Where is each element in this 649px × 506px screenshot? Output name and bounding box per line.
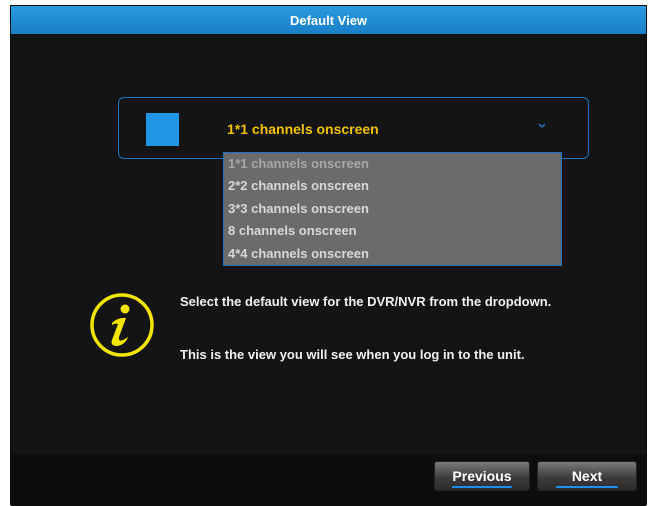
next-button-label: Next: [571, 468, 603, 484]
dropdown-option-1x1[interactable]: 1*1 channels onscreen: [224, 153, 561, 175]
button-focus-underline: [555, 486, 619, 488]
dialog-title: Default View: [289, 12, 368, 28]
previous-button[interactable]: Previous: [434, 461, 530, 491]
chevron-down-icon[interactable]: [535, 118, 549, 132]
previous-button-label: Previous: [452, 468, 512, 484]
view-layout-icon: [146, 113, 179, 146]
dropdown-selected-value: 1*1 channels onscreen: [227, 121, 379, 137]
dropdown-options-list: 1*1 channels onscreen 2*2 channels onscr…: [223, 152, 562, 266]
info-icon: [90, 293, 154, 357]
title-bar: Default View: [11, 6, 646, 34]
default-view-dropdown[interactable]: 1*1 channels onscreen: [118, 97, 589, 159]
dropdown-option-3x3[interactable]: 3*3 channels onscreen: [224, 198, 561, 220]
info-message-1: Select the default view for the DVR/NVR …: [180, 294, 552, 309]
dialog-footer: Previous Next: [11, 454, 646, 506]
dropdown-option-8[interactable]: 8 channels onscreen: [224, 220, 561, 242]
next-button[interactable]: Next: [537, 461, 637, 491]
default-view-dialog: Default View 1*1 channels onscreen 1*1 c…: [10, 5, 647, 506]
button-focus-underline: [451, 486, 513, 488]
dropdown-option-2x2[interactable]: 2*2 channels onscreen: [224, 175, 561, 197]
info-message-2: This is the view you will see when you l…: [180, 347, 525, 362]
dropdown-option-4x4[interactable]: 4*4 channels onscreen: [224, 243, 561, 265]
